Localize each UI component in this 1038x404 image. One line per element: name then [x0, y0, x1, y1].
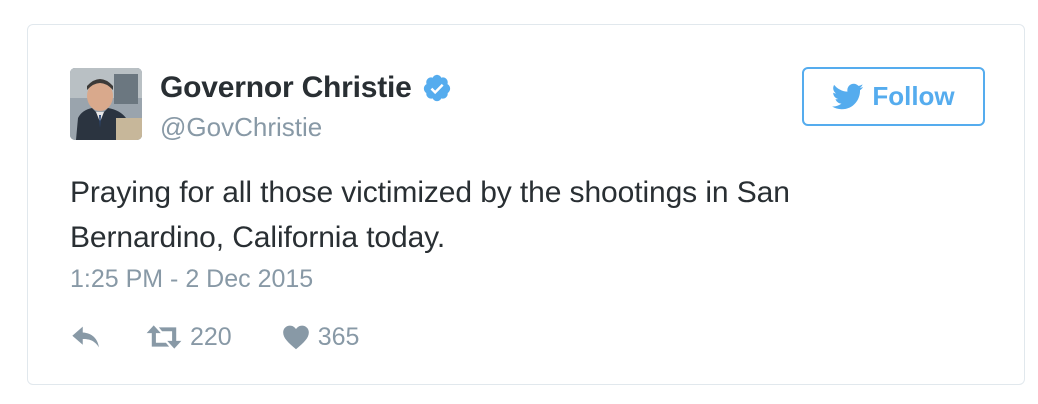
follow-label: Follow [872, 81, 955, 111]
retweet-icon [146, 325, 182, 349]
follow-button[interactable]: Follow [802, 67, 985, 126]
retweet-count: 220 [190, 322, 232, 351]
like-count: 365 [317, 322, 360, 351]
author-row: Governor Christie [160, 70, 452, 106]
tweet-text: Praying for all those victimized by the … [70, 170, 970, 260]
retweet-button[interactable]: 220 [146, 323, 232, 352]
tweet-text-line-2: Bernardino, California today. [70, 221, 446, 254]
tweet-timestamp[interactable]: 1:25 PM - 2 Dec 2015 [70, 263, 313, 295]
avatar-image [70, 68, 142, 140]
author-handle[interactable]: @GovChristie [160, 111, 322, 143]
reply-button[interactable] [70, 324, 102, 350]
reply-icon [72, 326, 99, 348]
twitter-bird-icon [832, 83, 864, 109]
tweet-actions: 220 365 [70, 321, 359, 353]
author-name[interactable]: Governor Christie [160, 70, 412, 106]
like-button[interactable]: 365 [282, 322, 360, 352]
avatar[interactable] [70, 68, 142, 140]
tweet-card: Governor Christie @GovChristie Follow Pr… [27, 24, 1025, 385]
verified-badge-icon [423, 74, 450, 102]
tweet-text-line-1: Praying for all those victimized by the … [70, 176, 790, 209]
heart-icon [282, 325, 309, 350]
